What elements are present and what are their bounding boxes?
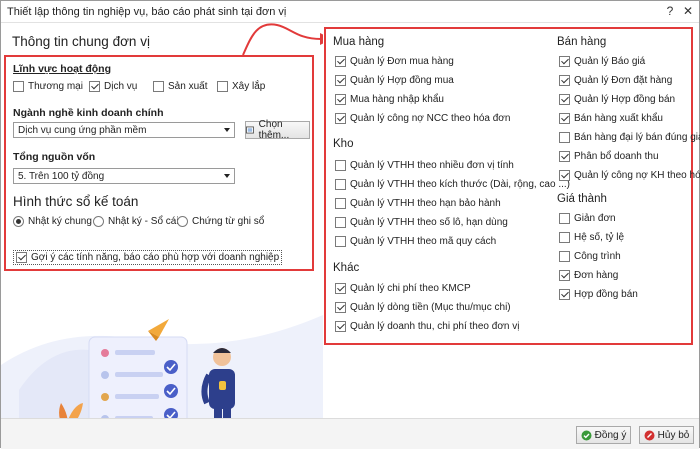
checkbox-box[interactable]: [335, 75, 346, 86]
general-info-panel: Thông tin chung đơn vị Lĩnh vực hoạt độn…: [1, 23, 323, 449]
checkbox-box[interactable]: [559, 289, 570, 300]
book-radio-voucher[interactable]: Chứng từ ghi sổ: [177, 216, 264, 227]
checkbox-box[interactable]: [335, 160, 346, 171]
capital-select[interactable]: 5. Trên 100 tỷ đồng: [13, 168, 235, 184]
checkbox-box[interactable]: [13, 81, 24, 92]
checkbox-box[interactable]: [559, 75, 570, 86]
checkbox-box[interactable]: [335, 94, 346, 105]
checkbox-box[interactable]: [559, 270, 570, 281]
field-checkbox-construction[interactable]: Xây lắp: [217, 81, 265, 92]
checkbox-box[interactable]: [559, 132, 570, 143]
industry-label: Ngành nghề kinh doanh chính: [13, 107, 164, 119]
agent-sales-checkbox[interactable]: Bán hàng đại lý bán đúng giá: [559, 132, 700, 143]
purchase-group-title: Mua hàng: [333, 36, 385, 48]
lot-expiry-checkbox[interactable]: Quản lý VTHH theo số lô, hạn dùng: [335, 217, 508, 228]
warranty-checkbox[interactable]: Quản lý VTHH theo hạn bảo hành: [335, 198, 501, 209]
browse-icon: [246, 126, 254, 134]
export-sales-checkbox[interactable]: Bán hàng xuất khẩu: [559, 113, 663, 124]
book-radio-general-journal[interactable]: Nhật ký chung: [13, 216, 92, 227]
capital-label: Tổng nguồn vốn: [13, 151, 96, 163]
expense-item-checkbox[interactable]: Quản lý chi phí theo KMCP: [335, 283, 471, 294]
customer-debt-checkbox[interactable]: Quản lý công nợ KH theo hóa đơn: [559, 170, 700, 181]
checkbox-box[interactable]: [217, 81, 228, 92]
title-bar: Thiết lập thông tin nghiệp vụ, báo cáo p…: [1, 1, 699, 23]
checkbox-box[interactable]: [335, 321, 346, 332]
supplier-debt-checkbox[interactable]: Quản lý công nợ NCC theo hóa đơn: [335, 113, 510, 124]
project-costing-checkbox[interactable]: Công trình: [559, 251, 621, 262]
close-icon[interactable]: ✕: [681, 4, 695, 18]
checkbox-box[interactable]: [559, 170, 570, 181]
general-info-title: Thông tin chung đơn vị: [12, 34, 150, 49]
radio-dot[interactable]: [93, 216, 104, 227]
order-costing-checkbox[interactable]: Đơn hàng: [559, 270, 618, 281]
field-checkbox-trade[interactable]: Thương mại: [13, 81, 83, 92]
agree-button[interactable]: Đồng ý: [576, 426, 631, 444]
checkbox-box[interactable]: [559, 94, 570, 105]
book-radio-journal-ledger[interactable]: Nhật ký - Sổ cái: [93, 216, 179, 227]
checkbox-box[interactable]: [335, 113, 346, 124]
features-panel: Mua hàng Quản lý Đơn mua hàng Quản lý Hợ…: [323, 23, 700, 418]
ratio-costing-checkbox[interactable]: Hệ số, tỷ lệ: [559, 232, 624, 243]
checkbox-box[interactable]: [559, 151, 570, 162]
checkbox-box[interactable]: [335, 236, 346, 247]
checkbox-box[interactable]: [335, 302, 346, 313]
field-checkbox-service[interactable]: Dịch vụ: [89, 81, 137, 92]
checkbox-box[interactable]: [559, 113, 570, 124]
multi-unit-checkbox[interactable]: Quản lý VTHH theo nhiều đơn vị tính: [335, 160, 514, 171]
checkbox-box[interactable]: [559, 232, 570, 243]
revenue-allocation-checkbox[interactable]: Phân bổ doanh thu: [559, 151, 659, 162]
industry-select[interactable]: Dịch vụ cung ứng phần mềm: [13, 122, 235, 138]
checkbox-box[interactable]: [16, 252, 27, 263]
choose-more-button[interactable]: Chọn thêm...: [245, 119, 310, 141]
quotation-checkbox[interactable]: Quản lý Báo giá: [559, 56, 645, 67]
spec-code-checkbox[interactable]: Quản lý VTHH theo mã quy cách: [335, 236, 496, 247]
sales-group-title: Bán hàng: [557, 36, 607, 48]
sales-contract-checkbox[interactable]: Quản lý Hợp đồng bán: [559, 94, 675, 105]
field-checkbox-production[interactable]: Sản xuất: [153, 81, 207, 92]
radio-dot[interactable]: [13, 216, 24, 227]
contract-costing-checkbox[interactable]: Hợp đồng bán: [559, 289, 638, 300]
other-group-title: Khác: [333, 262, 360, 274]
purchase-order-checkbox[interactable]: Quản lý Đơn mua hàng: [335, 56, 454, 67]
simple-costing-checkbox[interactable]: Giản đơn: [559, 213, 616, 224]
checkbox-box[interactable]: [89, 81, 100, 92]
checkbox-box[interactable]: [335, 217, 346, 228]
checkbox-box[interactable]: [335, 283, 346, 294]
checkbox-box[interactable]: [559, 251, 570, 262]
field-label: Lĩnh vực hoạt động: [13, 63, 112, 75]
checkbox-box[interactable]: [335, 198, 346, 209]
radio-dot[interactable]: [177, 216, 188, 227]
suggest-checkbox[interactable]: Gợi ý các tính năng, báo cáo phù hợp với…: [13, 250, 283, 265]
settings-dialog: Thiết lập thông tin nghiệp vụ, báo cáo p…: [0, 0, 700, 449]
checkbox-box[interactable]: [335, 179, 346, 190]
checkbox-box[interactable]: [559, 213, 570, 224]
chevron-down-icon[interactable]: [224, 174, 230, 178]
pointer-arrow: [242, 23, 332, 56]
costing-group-title: Giá thành: [557, 193, 607, 205]
import-purchase-checkbox[interactable]: Mua hàng nhập khẩu: [335, 94, 444, 105]
checkbox-box[interactable]: [559, 56, 570, 67]
purchase-contract-checkbox[interactable]: Quản lý Hợp đồng mua: [335, 75, 454, 86]
checkbox-box[interactable]: [153, 81, 164, 92]
check-icon: [581, 430, 592, 440]
cancel-button[interactable]: Hủy bỏ: [639, 426, 694, 444]
checkbox-box[interactable]: [335, 56, 346, 67]
accounting-book-title: Hình thức sổ kế toán: [13, 194, 139, 209]
dialog-footer: Đồng ý Hủy bỏ: [1, 418, 699, 449]
unit-revenue-checkbox[interactable]: Quản lý doanh thu, chi phí theo đơn vị: [335, 321, 519, 332]
warehouse-group-title: Kho: [333, 138, 354, 150]
cancel-icon: [644, 430, 655, 440]
sales-order-checkbox[interactable]: Quản lý Đơn đặt hàng: [559, 75, 672, 86]
dimension-checkbox[interactable]: Quản lý VTHH theo kích thước (Dài, rộng,…: [335, 179, 570, 190]
chevron-down-icon[interactable]: [224, 128, 230, 132]
help-icon[interactable]: ?: [663, 4, 677, 18]
cash-flow-checkbox[interactable]: Quản lý dòng tiền (Mục thu/mục chi): [335, 302, 511, 313]
